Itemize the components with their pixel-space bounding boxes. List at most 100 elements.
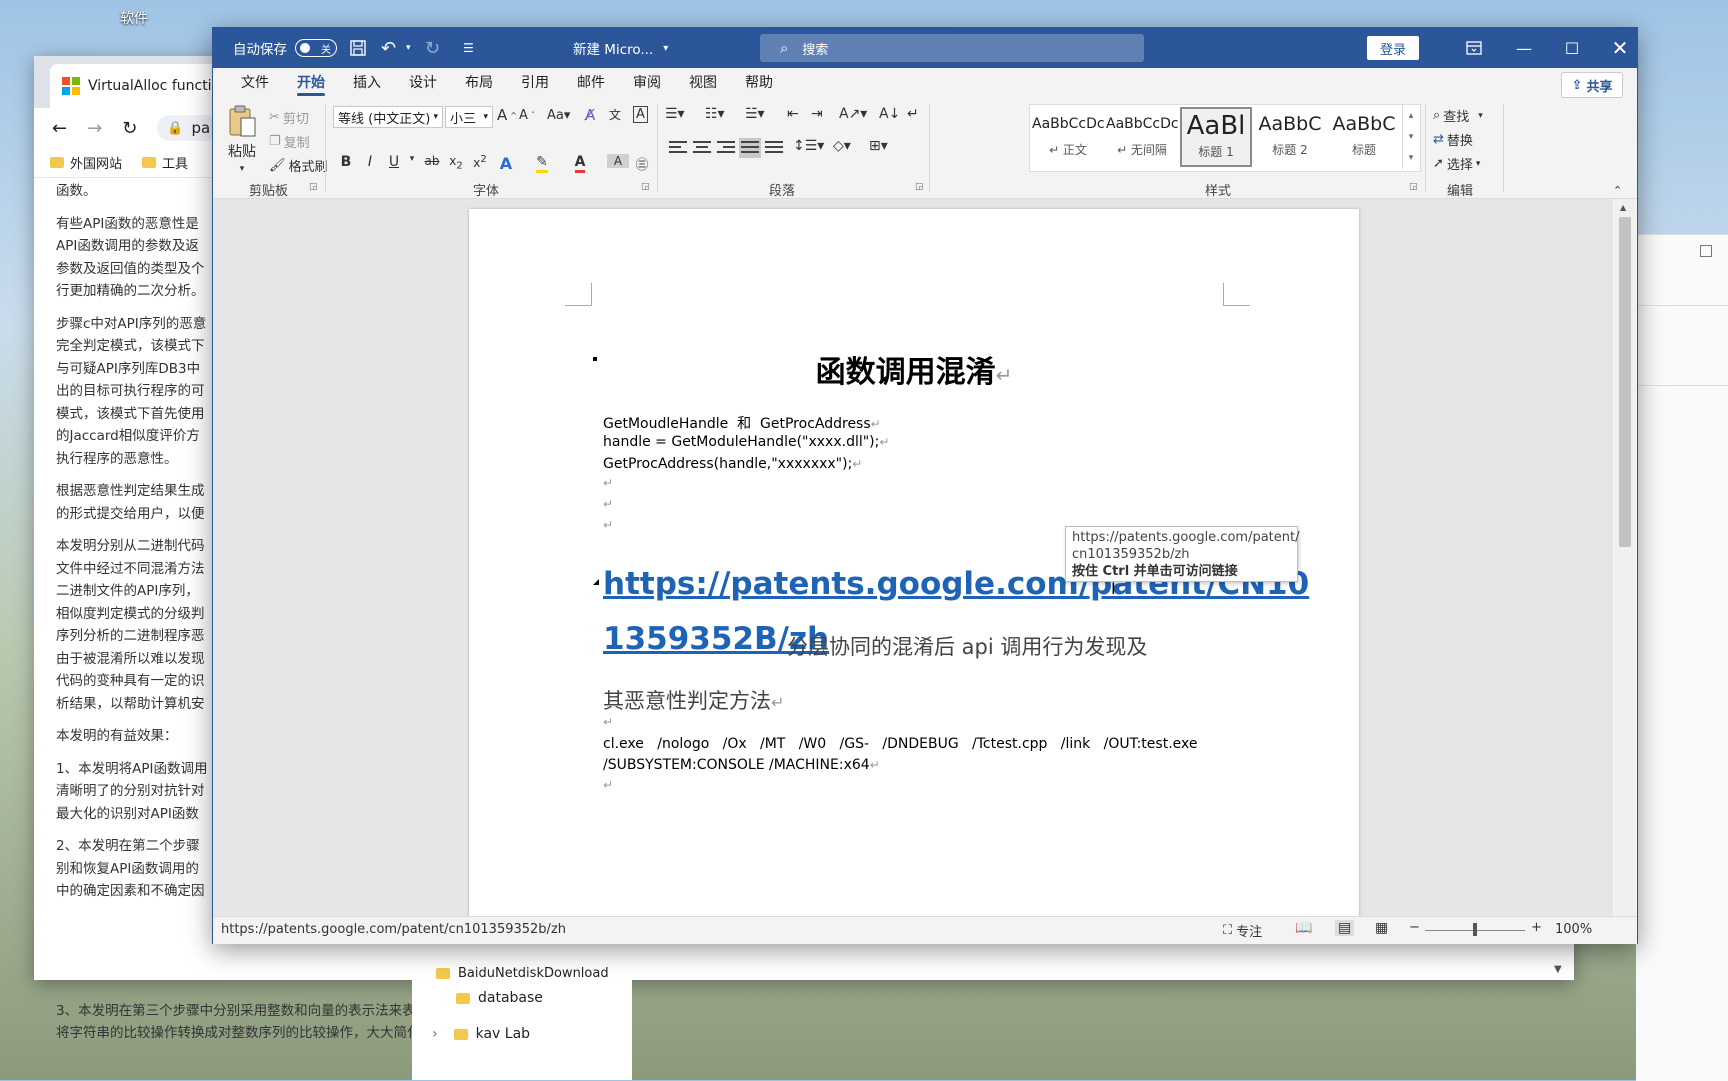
justify-icon[interactable] (739, 138, 761, 158)
search-box[interactable]: ⌕ 搜索 (760, 34, 1144, 62)
tab-design[interactable]: 设计 (395, 68, 451, 98)
grow-font-icon[interactable]: A ^ (497, 106, 517, 124)
chevron-down-icon[interactable]: ▾ (401, 154, 423, 164)
superscript-icon[interactable]: x2 (469, 154, 491, 170)
chevron-down-icon[interactable]: ▾ (1409, 132, 1414, 142)
browser-scroll-down-icon[interactable]: ▼ (1554, 964, 1562, 975)
save-icon[interactable] (349, 28, 367, 68)
font-color-icon[interactable]: A (569, 154, 591, 173)
document-name[interactable]: 新建 Micro... ▾ (573, 28, 668, 68)
numbering-icon[interactable]: ☷▾ (705, 106, 725, 122)
bookmark-tools[interactable]: 工具 (142, 153, 188, 172)
zoom-out-icon[interactable]: − (1409, 920, 1420, 935)
tab-help[interactable]: 帮助 (731, 68, 787, 98)
cut-button[interactable]: ✂ 剪切 (269, 108, 309, 127)
maximize-icon[interactable] (1700, 245, 1712, 257)
paste-button[interactable]: 粘贴 ▾ (227, 104, 257, 174)
select-button[interactable]: ➚ 选择 ▾ (1433, 154, 1480, 173)
copy-button[interactable]: ❐ 复制 (269, 132, 310, 151)
phonetic-guide-icon[interactable]: 文 (609, 106, 621, 123)
show-marks-icon[interactable]: ↵ (907, 106, 919, 122)
zoom-in-icon[interactable]: + (1531, 920, 1542, 935)
asian-layout-icon[interactable]: A↗▾ (839, 106, 867, 122)
tree-item[interactable]: BaiduNetdiskDownload (412, 966, 632, 980)
collapse-ribbon-icon[interactable]: ⌃ (1613, 184, 1622, 197)
customize-toolbar-icon[interactable]: ☰ (463, 28, 474, 68)
share-button[interactable]: ⇪ 共享 (1561, 72, 1623, 98)
autosave-toggle[interactable]: 关 (295, 39, 337, 57)
tab-layout[interactable]: 布局 (451, 68, 507, 98)
vertical-scrollbar[interactable]: ▲ ▼ (1615, 199, 1635, 944)
line-spacing-icon[interactable]: ↕☰▾ (793, 138, 824, 154)
shrink-font-icon[interactable]: Aˇ (519, 108, 535, 123)
align-left-icon[interactable] (667, 138, 689, 158)
back-icon[interactable]: ← (52, 118, 67, 139)
clear-formatting-icon[interactable]: A̸ (585, 106, 595, 124)
text-effects-icon[interactable]: A (495, 154, 517, 173)
distributed-icon[interactable] (763, 138, 785, 158)
increase-indent-icon[interactable]: ⇥ (811, 106, 823, 122)
undo-icon[interactable]: ↶ (381, 28, 396, 68)
format-painter-button[interactable]: 🖌 格式刷 (269, 156, 328, 175)
more-icon[interactable]: ▾ (1409, 153, 1414, 163)
minimize-icon[interactable]: — (1499, 28, 1549, 68)
redo-icon[interactable]: ↻ (425, 28, 440, 68)
print-layout-icon[interactable]: ▤ (1335, 920, 1355, 936)
replace-button[interactable]: ⇄ 替换 (1433, 130, 1473, 149)
borders-icon[interactable]: ⊞▾ (869, 138, 888, 154)
enclose-characters-icon[interactable]: ㊂ (631, 154, 653, 173)
style-normal[interactable]: AaBbCcDc ↵ 正文 (1032, 107, 1104, 167)
zoom-level[interactable]: 100% (1555, 922, 1592, 937)
align-center-icon[interactable] (691, 138, 713, 158)
style-title[interactable]: AaBbC 标题 (1328, 107, 1400, 167)
bookmark-foreign[interactable]: 外国网站 (50, 153, 122, 172)
italic-icon[interactable]: I (359, 154, 381, 170)
reload-icon[interactable]: ↻ (122, 118, 137, 139)
maximize-icon[interactable]: ☐ (1547, 28, 1597, 68)
tab-insert[interactable]: 插入 (339, 68, 395, 98)
shading-icon[interactable]: ◇▾ (833, 138, 851, 154)
multilevel-list-icon[interactable]: ☱▾ (745, 106, 765, 122)
tab-review[interactable]: 审阅 (619, 68, 675, 98)
tab-references[interactable]: 引用 (507, 68, 563, 98)
font-size-combo[interactable]: 小三 ▾ (445, 106, 493, 128)
style-heading-1[interactable]: AaBl 标题 1 (1180, 107, 1252, 167)
strikethrough-icon[interactable]: ab (421, 154, 443, 168)
style-no-spacing[interactable]: AaBbCcDc ↵ 无间隔 (1106, 107, 1178, 167)
subscript-icon[interactable]: x2 (445, 154, 467, 171)
tree-item[interactable]: database (412, 980, 632, 1016)
bullets-icon[interactable]: ☰▾ (665, 106, 685, 122)
font-name-combo[interactable]: 等线 (中文正文) ▾ (333, 106, 443, 128)
tab-view[interactable]: 视图 (675, 68, 731, 98)
login-button[interactable]: 登录 (1367, 36, 1419, 60)
close-icon[interactable]: ✕ (1595, 28, 1645, 68)
forward-icon[interactable]: → (87, 118, 102, 139)
web-layout-icon[interactable]: ▦ (1375, 920, 1388, 936)
highlight-icon[interactable]: ✎ (531, 154, 553, 173)
styles-scroll[interactable]: ▴ ▾ ▾ (1402, 105, 1419, 169)
change-case-icon[interactable]: Aa▾ (547, 108, 570, 123)
dialog-launcher-icon[interactable]: ◲ (915, 182, 924, 192)
tab-file[interactable]: 文件 (227, 68, 283, 98)
tab-mailings[interactable]: 邮件 (563, 68, 619, 98)
character-shading-icon[interactable]: A (607, 154, 629, 168)
character-border-icon[interactable]: A (633, 106, 648, 123)
tab-home[interactable]: 开始 (283, 68, 339, 98)
dialog-launcher-icon[interactable]: ◲ (641, 182, 650, 192)
align-right-icon[interactable] (715, 138, 737, 158)
chevron-up-icon[interactable]: ▴ (1409, 111, 1414, 121)
scroll-thumb[interactable] (1619, 217, 1631, 547)
autosave-control[interactable]: 自动保存 关 (233, 28, 337, 68)
focus-button[interactable]: ⛶ 专注 (1223, 921, 1262, 940)
style-heading-2[interactable]: AaBbC 标题 2 (1254, 107, 1326, 167)
undo-dropdown-icon[interactable]: ▾ (406, 28, 411, 68)
chevron-right-icon[interactable]: › (432, 1026, 438, 1042)
decrease-indent-icon[interactable]: ⇤ (787, 106, 799, 122)
scroll-up-icon[interactable]: ▲ (1620, 203, 1626, 212)
sort-icon[interactable]: A↓ (879, 106, 900, 122)
dialog-launcher-icon[interactable]: ◲ (309, 182, 318, 192)
find-button[interactable]: ⌕ 查找 ▾ (1433, 106, 1483, 125)
tree-item[interactable]: › kav Lab (412, 1016, 632, 1052)
address-bar[interactable]: 🔒 pa (157, 115, 221, 141)
zoom-slider-thumb[interactable] (1473, 923, 1477, 936)
